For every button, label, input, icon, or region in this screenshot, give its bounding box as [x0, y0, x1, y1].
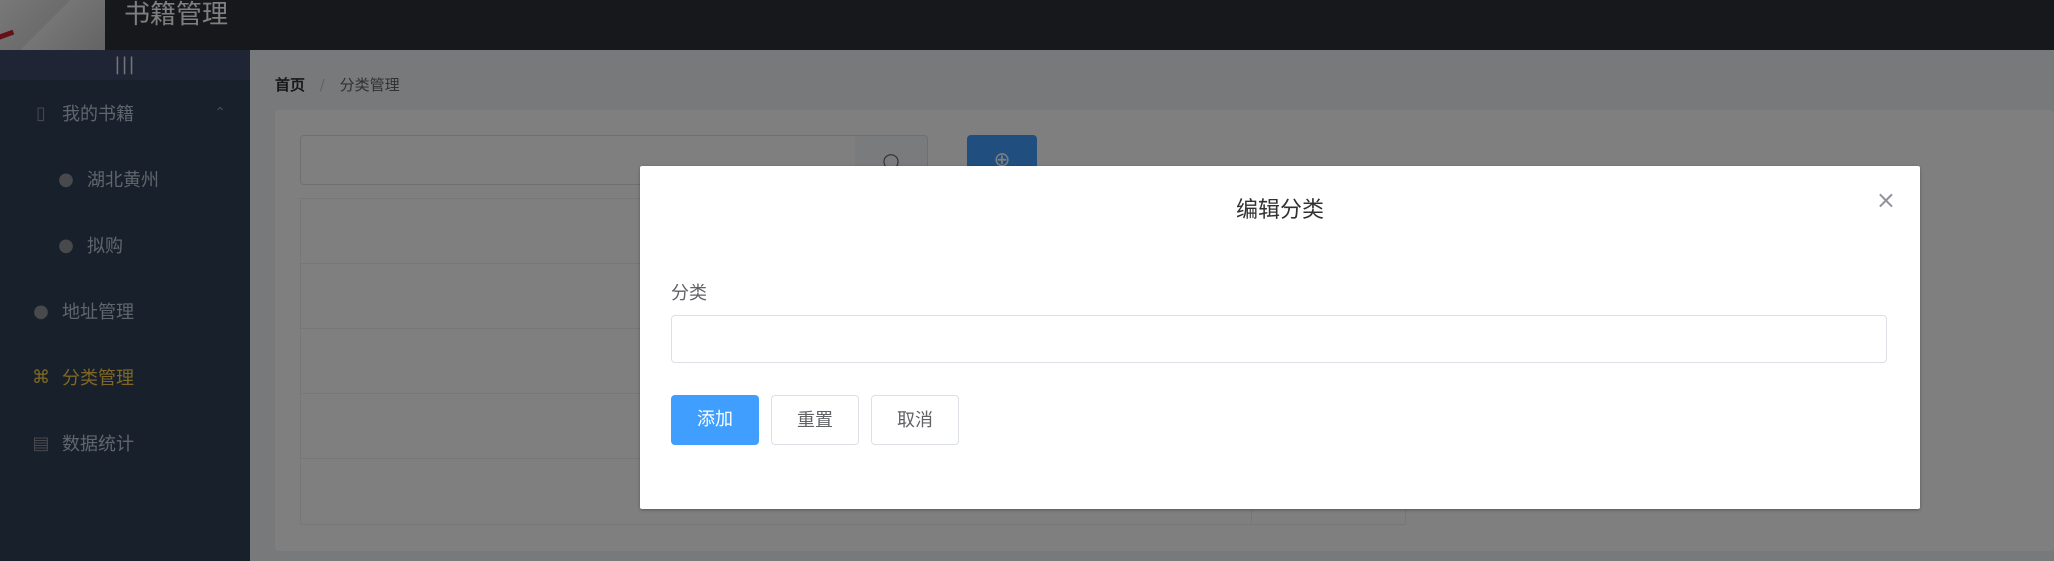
dialog-title: 编辑分类 — [1235, 198, 1324, 223]
category-field-label: 分类 — [671, 283, 707, 304]
reset-button[interactable]: 重置 — [771, 395, 859, 445]
category-input[interactable] — [671, 315, 1887, 363]
close-icon[interactable]: × — [1876, 188, 1896, 212]
cancel-button[interactable]: 取消 — [871, 395, 959, 445]
add-button[interactable]: 添加 — [671, 395, 759, 445]
edit-category-dialog: 编辑分类 × 分类 添加 重置 取消 — [640, 166, 1920, 509]
